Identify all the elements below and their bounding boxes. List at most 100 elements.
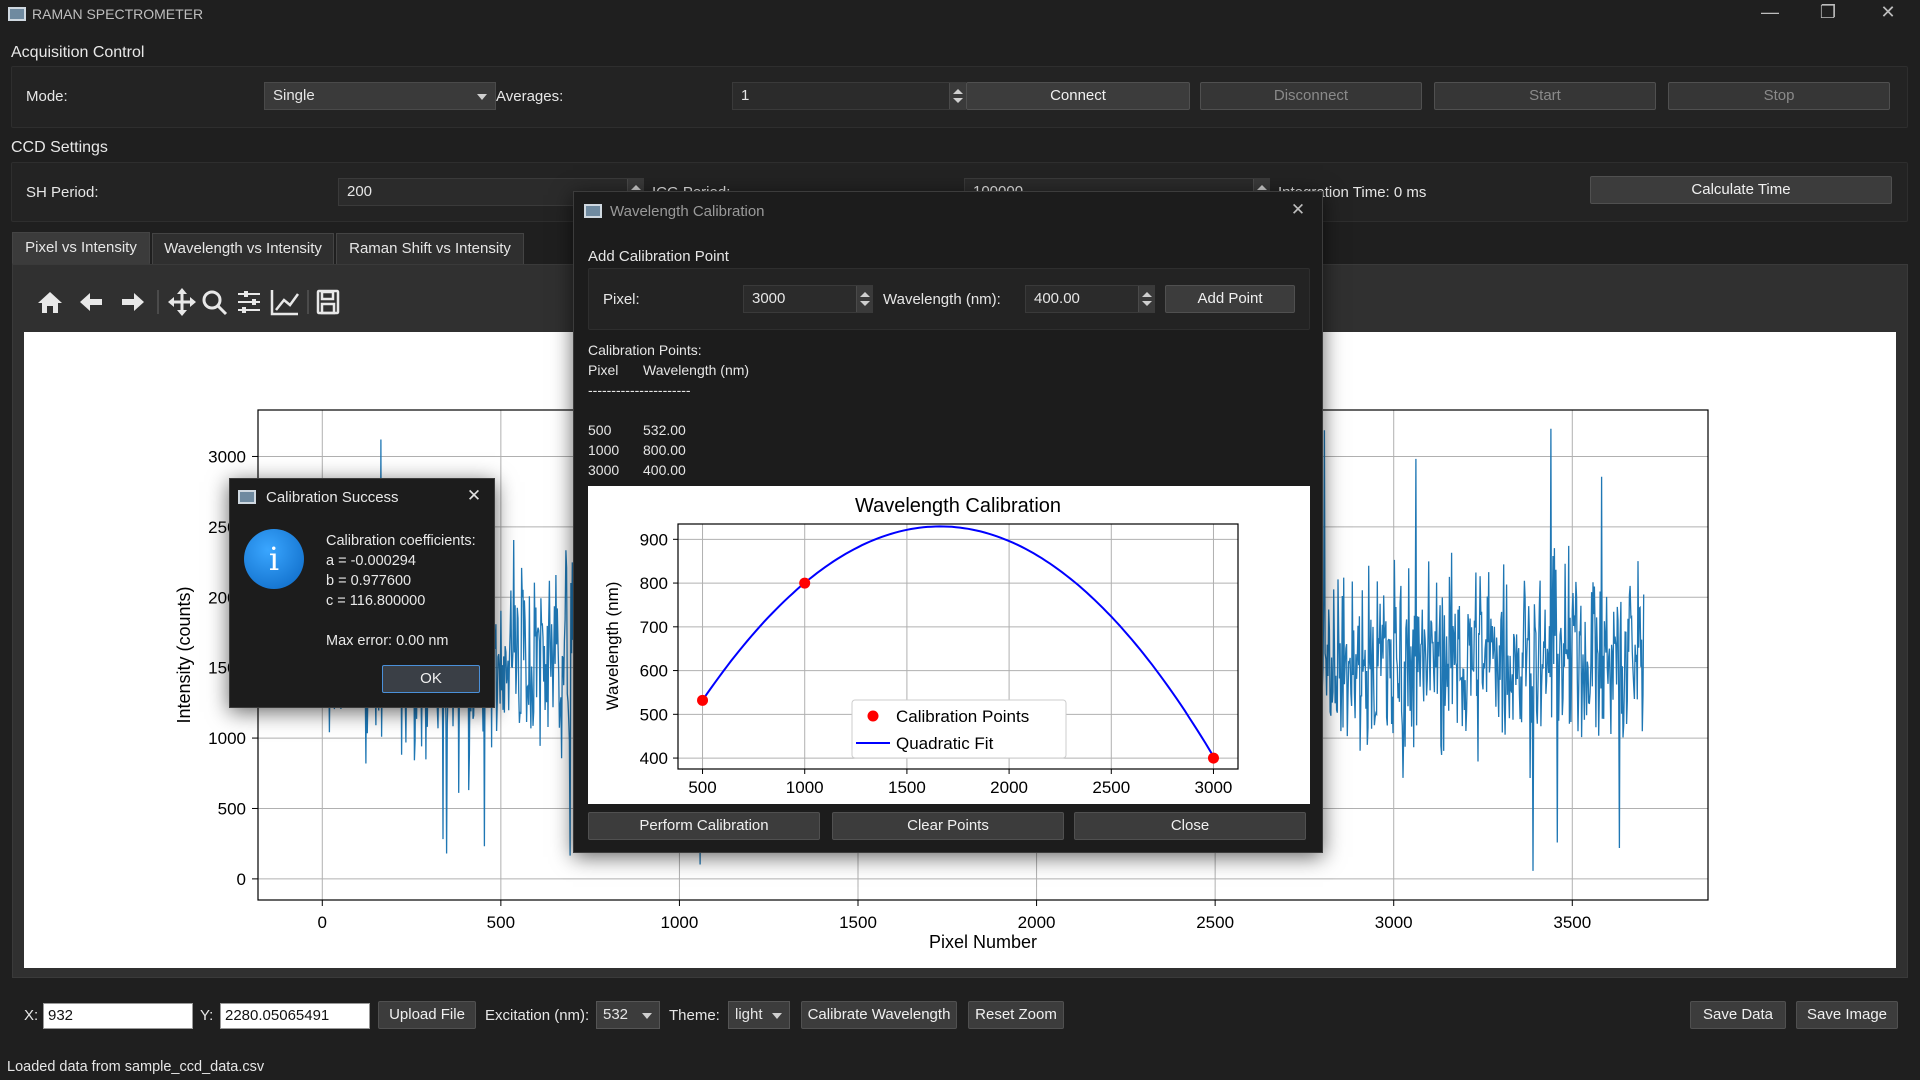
spin-up-icon[interactable] — [1142, 292, 1152, 297]
close-icon[interactable]: ✕ — [1868, 2, 1908, 23]
app-icon — [8, 7, 26, 21]
y-coord-label: Y: — [200, 1007, 214, 1024]
save-icon[interactable] — [316, 289, 340, 315]
axes-edit-icon[interactable] — [270, 290, 300, 316]
sh-period-label: SH Period: — [26, 184, 99, 201]
pan-icon[interactable] — [168, 288, 196, 316]
spin-buttons[interactable] — [949, 83, 965, 109]
spin-down-icon[interactable] — [1142, 301, 1152, 306]
main-x-axis-label: Pixel Number — [929, 932, 1037, 952]
wavelength-value: 400.00 — [1034, 290, 1080, 307]
pixel-spinbox[interactable]: 3000 — [743, 285, 873, 313]
success-message: Calibration coefficients: a = -0.000294 … — [326, 531, 476, 651]
mode-select[interactable]: Single — [264, 82, 496, 110]
x-tick-label: 2000 — [1018, 913, 1056, 932]
zoom-icon[interactable] — [202, 290, 228, 316]
tab-raman-shift-vs-intensity[interactable]: Raman Shift vs Intensity — [336, 233, 524, 265]
stop-button[interactable]: Stop — [1668, 82, 1890, 110]
disconnect-button[interactable]: Disconnect — [1200, 82, 1422, 110]
y-tick-label: 1000 — [208, 729, 246, 748]
excitation-select[interactable]: 532 — [596, 1001, 660, 1029]
back-arrow-icon[interactable] — [80, 293, 102, 311]
theme-select[interactable]: light — [728, 1001, 790, 1029]
calibrate-wavelength-button[interactable]: Calibrate Wavelength — [801, 1001, 957, 1029]
forward-arrow-icon[interactable] — [122, 293, 144, 311]
calibration-point — [697, 694, 709, 706]
wavelength-spinbox[interactable]: 400.00 — [1025, 285, 1155, 313]
point-wavelength: 400.00 — [643, 462, 686, 478]
calibration-points-separator: ---------------------- — [588, 382, 691, 398]
spin-up-icon[interactable] — [1257, 185, 1267, 190]
averages-spinbox[interactable]: 1 — [732, 82, 966, 110]
tab-wavelength-vs-intensity[interactable]: Wavelength vs Intensity — [152, 233, 334, 265]
calibration-point — [799, 577, 811, 589]
theme-label: Theme: — [669, 1007, 720, 1024]
minimize-icon[interactable]: — — [1750, 2, 1790, 23]
plot-toolbar — [30, 282, 370, 322]
home-icon[interactable] — [38, 292, 62, 313]
restore-icon[interactable]: ❐ — [1808, 2, 1848, 23]
add-calibration-point-label: Add Calibration Point — [588, 248, 729, 265]
list-item: 1000 800.00 — [588, 440, 988, 460]
main-y-axis-label: Intensity (counts) — [174, 586, 194, 723]
acquisition-group-label: Acquisition Control — [11, 44, 145, 61]
start-button[interactable]: Start — [1434, 82, 1656, 110]
subplots-config-icon[interactable] — [238, 291, 260, 313]
ccd-group-label: CCD Settings — [11, 139, 108, 156]
app-icon — [238, 490, 256, 504]
save-image-button[interactable]: Save Image — [1796, 1001, 1898, 1029]
x-tick-label: 2500 — [1092, 778, 1130, 797]
close-icon[interactable]: ✕ — [454, 486, 494, 506]
spin-down-icon[interactable] — [953, 98, 963, 103]
x-tick-label: 500 — [487, 913, 515, 932]
add-point-button[interactable]: Add Point — [1165, 285, 1295, 313]
spin-up-icon[interactable] — [953, 89, 963, 94]
calibration-y-ticks: 400 500 600 700 800 900 — [640, 530, 678, 768]
x-coord-label: X: — [24, 1007, 39, 1024]
close-button[interactable]: Close — [1074, 812, 1306, 840]
column-pixel: Pixel — [588, 362, 619, 378]
x-tick-label: 3000 — [1375, 913, 1413, 932]
connect-button[interactable]: Connect — [966, 82, 1190, 110]
theme-value: light — [735, 1006, 763, 1023]
y-tick-label: 0 — [237, 870, 246, 889]
point-wavelength: 800.00 — [643, 442, 686, 458]
coefficients-label: Calibration coefficients: — [326, 533, 476, 549]
calibration-plot: Wavelength Calibration 500 1000 1500 2000 25… — [603, 495, 1239, 797]
clear-points-button[interactable]: Clear Points — [832, 812, 1064, 840]
coefficient-c: c = 116.800000 — [326, 593, 426, 609]
tab-pixel-vs-intensity[interactable]: Pixel vs Intensity — [12, 232, 150, 264]
calibration-points-columns: Pixel Wavelength (nm) — [588, 360, 988, 380]
upload-file-button[interactable]: Upload File — [378, 1001, 476, 1029]
x-tick-label: 1000 — [786, 778, 824, 797]
y-tick-label: 3000 — [208, 447, 246, 466]
calibration-plot-canvas[interactable]: Wavelength Calibration 500 1000 1500 2000 25… — [588, 486, 1310, 804]
chevron-down-icon — [772, 1013, 782, 1019]
y-tick-label: 500 — [218, 799, 246, 818]
point-wavelength: 532.00 — [643, 422, 686, 438]
y-coord-field[interactable]: 2280.05065491 — [220, 1003, 370, 1029]
calibration-dialog-title: Wavelength Calibration — [610, 203, 765, 220]
x-tick-label: 3000 — [1195, 778, 1233, 797]
x-coord-field[interactable]: 932 — [43, 1003, 193, 1029]
spin-down-icon[interactable] — [860, 301, 870, 306]
ok-button[interactable]: OK — [382, 665, 480, 693]
calculate-time-button[interactable]: Calculate Time — [1590, 176, 1892, 204]
y-tick-label: 600 — [640, 662, 668, 681]
save-data-button[interactable]: Save Data — [1690, 1001, 1786, 1029]
reset-zoom-button[interactable]: Reset Zoom — [968, 1001, 1064, 1029]
spin-buttons[interactable] — [1138, 286, 1154, 312]
info-icon: i — [244, 529, 304, 589]
mode-value: Single — [273, 87, 315, 104]
spin-up-icon[interactable] — [631, 185, 641, 190]
coefficient-b: b = 0.977600 — [326, 573, 412, 589]
spin-up-icon[interactable] — [860, 292, 870, 297]
spin-buttons[interactable] — [856, 286, 872, 312]
close-icon[interactable]: ✕ — [1278, 200, 1318, 220]
wavelength-calibration-dialog: Wavelength Calibration ✕ Add Calibration… — [573, 191, 1323, 853]
calibration-legend: Calibration Points Quadratic Fit — [851, 699, 1067, 759]
list-item: 3000 400.00 — [588, 460, 988, 480]
column-wavelength: Wavelength (nm) — [643, 362, 750, 378]
perform-calibration-button[interactable]: Perform Calibration — [588, 812, 820, 840]
